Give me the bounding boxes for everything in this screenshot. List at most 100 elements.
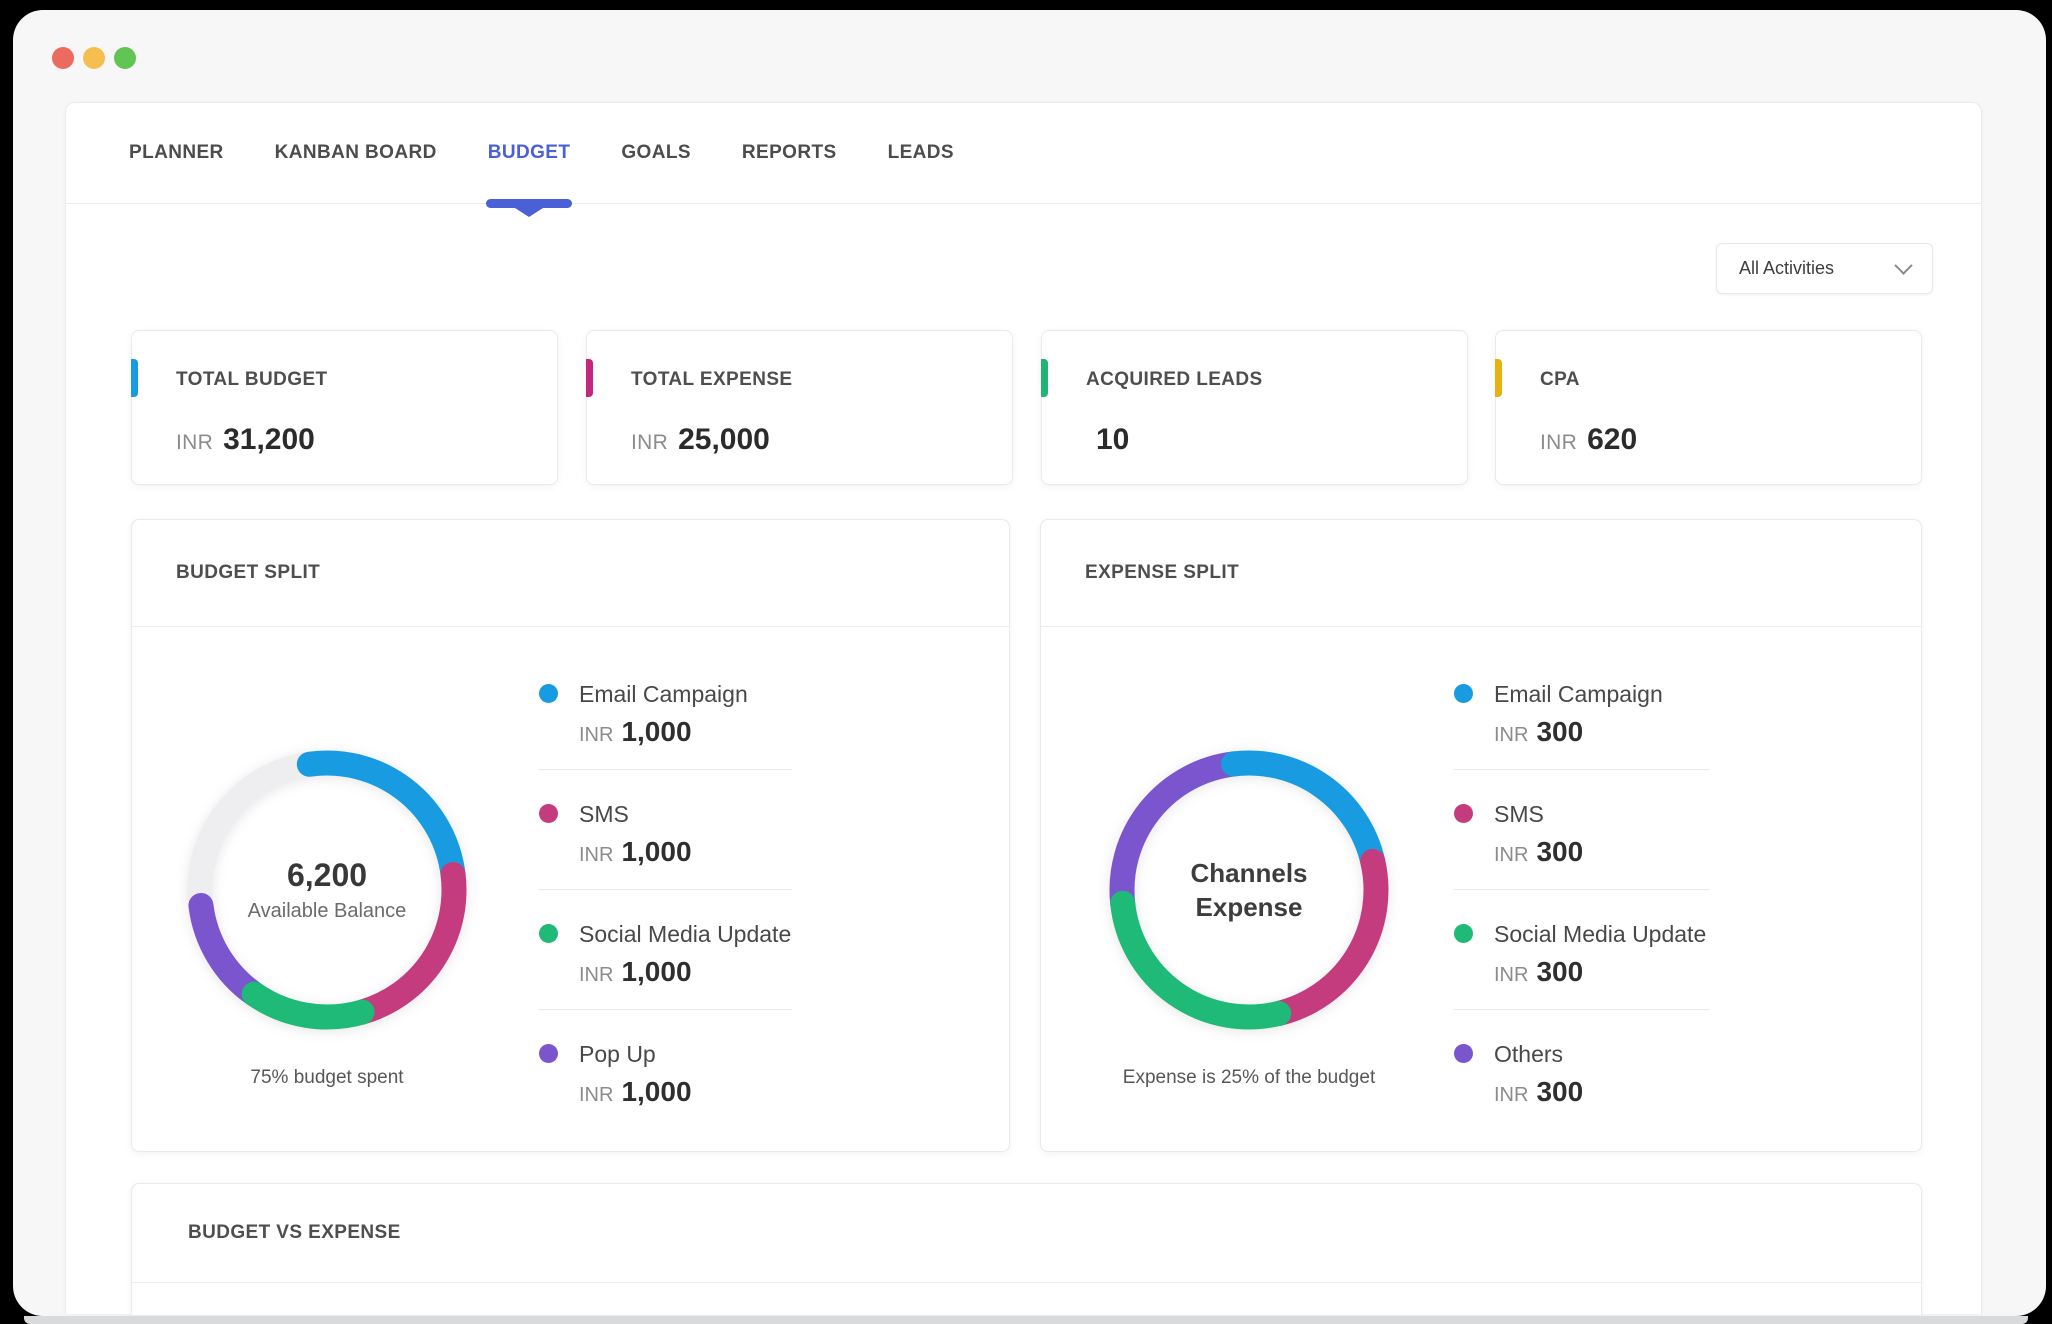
- card-header: BUDGET VS EXPENSE: [132, 1184, 1921, 1283]
- activities-filter-value: All Activities: [1739, 258, 1834, 279]
- currency-label: INR: [1494, 724, 1528, 747]
- accent-bar: [1041, 359, 1048, 397]
- legend-item: SMS INR 1,000: [539, 794, 792, 890]
- cpa-card: CPA INR 620: [1495, 330, 1922, 485]
- currency-label: INR: [1494, 844, 1528, 867]
- total-expense-card: TOTAL EXPENSE INR 25,000: [586, 330, 1013, 485]
- currency-label: INR: [579, 844, 613, 867]
- legend-value: INR 300: [1494, 837, 1709, 867]
- legend-label: Email Campaign: [1494, 674, 1709, 707]
- legend-item: Email Campaign INR 300: [1454, 674, 1709, 770]
- main-panel: PLANNER KANBAN BOARD BUDGET GOALS REPORT…: [65, 102, 1982, 1314]
- legend-amount: 1,000: [621, 957, 691, 987]
- legend-value: INR 300: [1494, 717, 1709, 747]
- tab-goals[interactable]: GOALS: [621, 103, 691, 203]
- legend-label: Social Media Update: [1494, 914, 1709, 947]
- legend-item: SMS INR 300: [1454, 794, 1709, 890]
- stat-value: INR 620: [1540, 423, 1637, 457]
- legend-dot: [1454, 1044, 1473, 1063]
- legend-dot: [1454, 804, 1473, 823]
- legend-value: INR 1,000: [579, 717, 792, 747]
- close-button[interactable]: [52, 47, 74, 69]
- tab-budget[interactable]: BUDGET: [488, 103, 571, 203]
- legend-label: Email Campaign: [579, 674, 792, 707]
- legend-amount: 1,000: [621, 717, 691, 747]
- app-window: PLANNER KANBAN BOARD BUDGET GOALS REPORT…: [13, 10, 2046, 1316]
- legend-dot: [539, 804, 558, 823]
- legend-label: Others: [1494, 1034, 1709, 1067]
- legend-dot: [1454, 924, 1473, 943]
- stat-title: CPA: [1540, 369, 1580, 391]
- currency-label: INR: [1540, 431, 1577, 455]
- legend-value: INR 1,000: [579, 957, 792, 987]
- legend-value: INR 300: [1494, 1077, 1709, 1107]
- expense-split-legend: Email Campaign INR 300 SMS INR 300: [1454, 674, 1709, 1129]
- donut-chart-svg: [177, 740, 477, 1040]
- currency-label: INR: [631, 431, 668, 455]
- card-title: BUDGET VS EXPENSE: [188, 1222, 401, 1244]
- legend-item: Others INR 300: [1454, 1034, 1709, 1129]
- legend-label: Social Media Update: [579, 914, 792, 947]
- donut-chart-svg: [1099, 740, 1399, 1040]
- stat-value: INR 31,200: [176, 423, 315, 457]
- budget-spent-caption: 75% budget spent: [177, 1067, 477, 1089]
- stat-value: INR 25,000: [631, 423, 770, 457]
- legend-item: Social Media Update INR 300: [1454, 914, 1709, 1010]
- card-title: EXPENSE SPLIT: [1085, 562, 1239, 584]
- expense-split-card: EXPENSE SPLIT Channels Expense Expense i…: [1040, 519, 1922, 1152]
- stat-number: 25,000: [678, 423, 770, 457]
- legend-amount: 300: [1536, 1077, 1583, 1107]
- currency-label: INR: [1494, 964, 1528, 987]
- activities-filter-dropdown[interactable]: All Activities: [1716, 243, 1933, 294]
- budget-split-donut-chart: 6,200 Available Balance: [177, 740, 477, 1040]
- tab-leads[interactable]: LEADS: [888, 103, 954, 203]
- currency-label: INR: [579, 1084, 613, 1107]
- accent-bar: [586, 359, 593, 397]
- legend-label: SMS: [1494, 794, 1709, 827]
- currency-label: INR: [1494, 1084, 1528, 1107]
- tab-reports[interactable]: REPORTS: [742, 103, 837, 203]
- legend-dot: [539, 684, 558, 703]
- chevron-down-icon: [1894, 256, 1912, 274]
- card-title: BUDGET SPLIT: [176, 562, 320, 584]
- legend-amount: 1,000: [621, 837, 691, 867]
- stat-number: 10: [1096, 423, 1129, 457]
- tab-planner[interactable]: PLANNER: [129, 103, 224, 203]
- legend-dot: [1454, 684, 1473, 703]
- legend-amount: 300: [1536, 717, 1583, 747]
- card-header: BUDGET SPLIT: [132, 520, 1009, 627]
- legend-value: INR 1,000: [579, 1077, 792, 1107]
- legend-amount: 300: [1536, 957, 1583, 987]
- window-bottom-shadow: [24, 1316, 2028, 1324]
- maximize-button[interactable]: [114, 47, 136, 69]
- window-controls: [52, 47, 136, 69]
- currency-label: INR: [176, 431, 213, 455]
- stat-number: 31,200: [223, 423, 315, 457]
- currency-label: INR: [579, 724, 613, 747]
- stat-number: 620: [1587, 423, 1637, 457]
- card-header: EXPENSE SPLIT: [1041, 520, 1921, 627]
- budget-split-legend: Email Campaign INR 1,000 SMS INR 1,000: [539, 674, 792, 1129]
- legend-item: Pop Up INR 1,000: [539, 1034, 792, 1129]
- legend-value: INR 300: [1494, 957, 1709, 987]
- minimize-button[interactable]: [83, 47, 105, 69]
- acquired-leads-card: ACQUIRED LEADS 10: [1041, 330, 1468, 485]
- legend-dot: [539, 924, 558, 943]
- tab-bar: PLANNER KANBAN BOARD BUDGET GOALS REPORT…: [66, 103, 1981, 204]
- legend-amount: 1,000: [621, 1077, 691, 1107]
- expense-split-donut-chart: Channels Expense: [1099, 740, 1399, 1040]
- total-budget-card: TOTAL BUDGET INR 31,200: [131, 330, 558, 485]
- stat-value: 10: [1086, 423, 1129, 457]
- budget-vs-expense-card: BUDGET VS EXPENSE: [131, 1183, 1922, 1315]
- stat-title: TOTAL EXPENSE: [631, 369, 792, 391]
- accent-bar: [131, 359, 138, 397]
- currency-label: INR: [579, 964, 613, 987]
- legend-amount: 300: [1536, 837, 1583, 867]
- expense-percent-caption: Expense is 25% of the budget: [1099, 1067, 1399, 1089]
- legend-value: INR 1,000: [579, 837, 792, 867]
- legend-item: Social Media Update INR 1,000: [539, 914, 792, 1010]
- legend-item: Email Campaign INR 1,000: [539, 674, 792, 770]
- tab-kanban-board[interactable]: KANBAN BOARD: [275, 103, 437, 203]
- stat-title: TOTAL BUDGET: [176, 369, 328, 391]
- legend-dot: [539, 1044, 558, 1063]
